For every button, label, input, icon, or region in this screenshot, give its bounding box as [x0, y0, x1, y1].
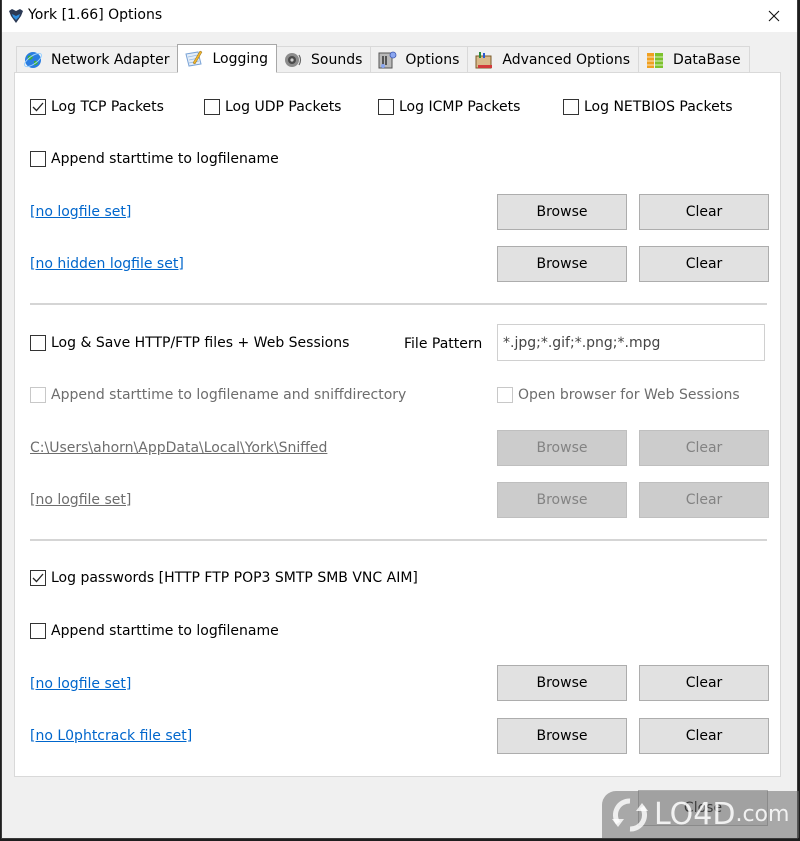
close-icon: [768, 10, 780, 22]
hidden-logfile-clear-button[interactable]: Clear: [639, 246, 769, 282]
tab-advanced-options[interactable]: Advanced Options: [467, 46, 640, 73]
checkbox-label: Log UDP Packets: [225, 99, 342, 115]
checkmark-icon: [32, 573, 44, 583]
log-netbios-checkbox[interactable]: Log NETBIOS Packets: [563, 99, 733, 115]
checkbox-box[interactable]: [30, 623, 46, 639]
database-icon: [647, 53, 664, 68]
section-divider: [30, 539, 767, 541]
logfile-browse-button[interactable]: Browse: [497, 194, 627, 230]
toolbox-icon: [475, 52, 493, 69]
notepad-pencil-icon: [185, 50, 203, 67]
open-browser-checkbox[interactable]: Open browser for Web Sessions: [497, 387, 740, 403]
tab-label: Sounds: [311, 52, 363, 68]
tab-label: Network Adapter: [51, 52, 170, 68]
checkbox-box[interactable]: [30, 99, 46, 115]
checkbox-label: Log passwords [HTTP FTP POP3 SMTP SMB VN…: [51, 570, 418, 586]
tab-label: Advanced Options: [502, 52, 631, 68]
http-logfile-clear-button[interactable]: Clear: [639, 482, 769, 518]
hidden-logfile-link[interactable]: [no hidden logfile set]: [30, 256, 184, 272]
checkmark-icon: [32, 102, 44, 112]
http-logfile-link[interactable]: [no logfile set]: [30, 492, 131, 508]
checkbox-label: Append starttime to logfilename: [51, 623, 279, 639]
checkbox-label: Log ICMP Packets: [399, 99, 521, 115]
checkbox-box[interactable]: [378, 99, 394, 115]
checkbox-label: Log NETBIOS Packets: [584, 99, 733, 115]
logfile-clear-button[interactable]: Clear: [639, 194, 769, 230]
section-divider: [30, 303, 767, 305]
file-pattern-input[interactable]: [497, 324, 765, 361]
checkbox-label: Append starttime to logfilename: [51, 151, 279, 167]
append-starttime-checkbox[interactable]: Append starttime to logfilename: [30, 151, 279, 167]
append-starttime-sniffdir-checkbox[interactable]: Append starttime to logfilename and snif…: [30, 387, 406, 403]
tab-label: Options: [405, 52, 460, 68]
l0phtcrack-browse-button[interactable]: Browse: [497, 718, 627, 754]
title-bar: York [1.66] Options: [2, 0, 797, 32]
passwords-logfile-browse-button[interactable]: Browse: [497, 665, 627, 701]
checkbox-box[interactable]: [30, 387, 46, 403]
tab-label: DataBase: [673, 52, 741, 68]
globe-icon: [23, 52, 43, 68]
york-app-icon: [9, 9, 23, 23]
close-button[interactable]: Close: [638, 790, 768, 826]
log-icmp-checkbox[interactable]: Log ICMP Packets: [378, 99, 520, 115]
sniff-dir-clear-button[interactable]: Clear: [639, 430, 769, 466]
speaker-icon: [285, 53, 302, 67]
window-close-button[interactable]: [751, 0, 797, 32]
logfile-link[interactable]: [no logfile set]: [30, 204, 131, 220]
options-dialog: York [1.66] Options Network Adapter Logg…: [1, 0, 799, 839]
tab-database[interactable]: DataBase: [638, 46, 750, 73]
hidden-logfile-browse-button[interactable]: Browse: [497, 246, 627, 282]
log-passwords-checkbox[interactable]: Log passwords [HTTP FTP POP3 SMTP SMB VN…: [30, 570, 418, 586]
sniff-dir-browse-button[interactable]: Browse: [497, 430, 627, 466]
checkbox-box[interactable]: [30, 335, 46, 351]
checkbox-label: Open browser for Web Sessions: [518, 387, 740, 403]
options-icon: [378, 51, 397, 69]
checkbox-box[interactable]: [563, 99, 579, 115]
tab-label: Logging: [212, 50, 268, 67]
tab-network-adapter[interactable]: Network Adapter: [16, 46, 179, 73]
tab-logging[interactable]: Logging: [177, 44, 277, 73]
tab-options[interactable]: Options: [370, 46, 469, 73]
l0phtcrack-file-link[interactable]: [no L0phtcrack file set]: [30, 728, 192, 744]
sniff-directory-link[interactable]: C:\Users\ahorn\AppData\Local\York\Sniffe…: [30, 440, 327, 456]
l0phtcrack-clear-button[interactable]: Clear: [639, 718, 769, 754]
checkbox-box[interactable]: [497, 387, 513, 403]
checkbox-box[interactable]: [204, 99, 220, 115]
logging-panel: Log TCP Packets Log UDP Packets Log ICMP…: [14, 72, 781, 777]
file-pattern-label: File Pattern: [404, 336, 483, 352]
passwords-append-starttime-checkbox[interactable]: Append starttime to logfilename: [30, 623, 279, 639]
http-logfile-browse-button[interactable]: Browse: [497, 482, 627, 518]
checkbox-label: Log & Save HTTP/FTP files + Web Sessions: [51, 335, 350, 351]
window-title: York [1.66] Options: [28, 7, 163, 23]
tab-sounds[interactable]: Sounds: [276, 46, 372, 73]
checkbox-label: Append starttime to logfilename and snif…: [51, 387, 407, 403]
passwords-logfile-link[interactable]: [no logfile set]: [30, 676, 131, 692]
checkbox-label: Log TCP Packets: [51, 99, 164, 115]
tab-strip: Network Adapter Logging Sounds Options A…: [16, 44, 750, 73]
checkbox-box[interactable]: [30, 570, 46, 586]
log-udp-checkbox[interactable]: Log UDP Packets: [204, 99, 341, 115]
passwords-logfile-clear-button[interactable]: Clear: [639, 665, 769, 701]
checkbox-box[interactable]: [30, 151, 46, 167]
log-tcp-checkbox[interactable]: Log TCP Packets: [30, 99, 164, 115]
log-save-http-checkbox[interactable]: Log & Save HTTP/FTP files + Web Sessions: [30, 335, 349, 351]
